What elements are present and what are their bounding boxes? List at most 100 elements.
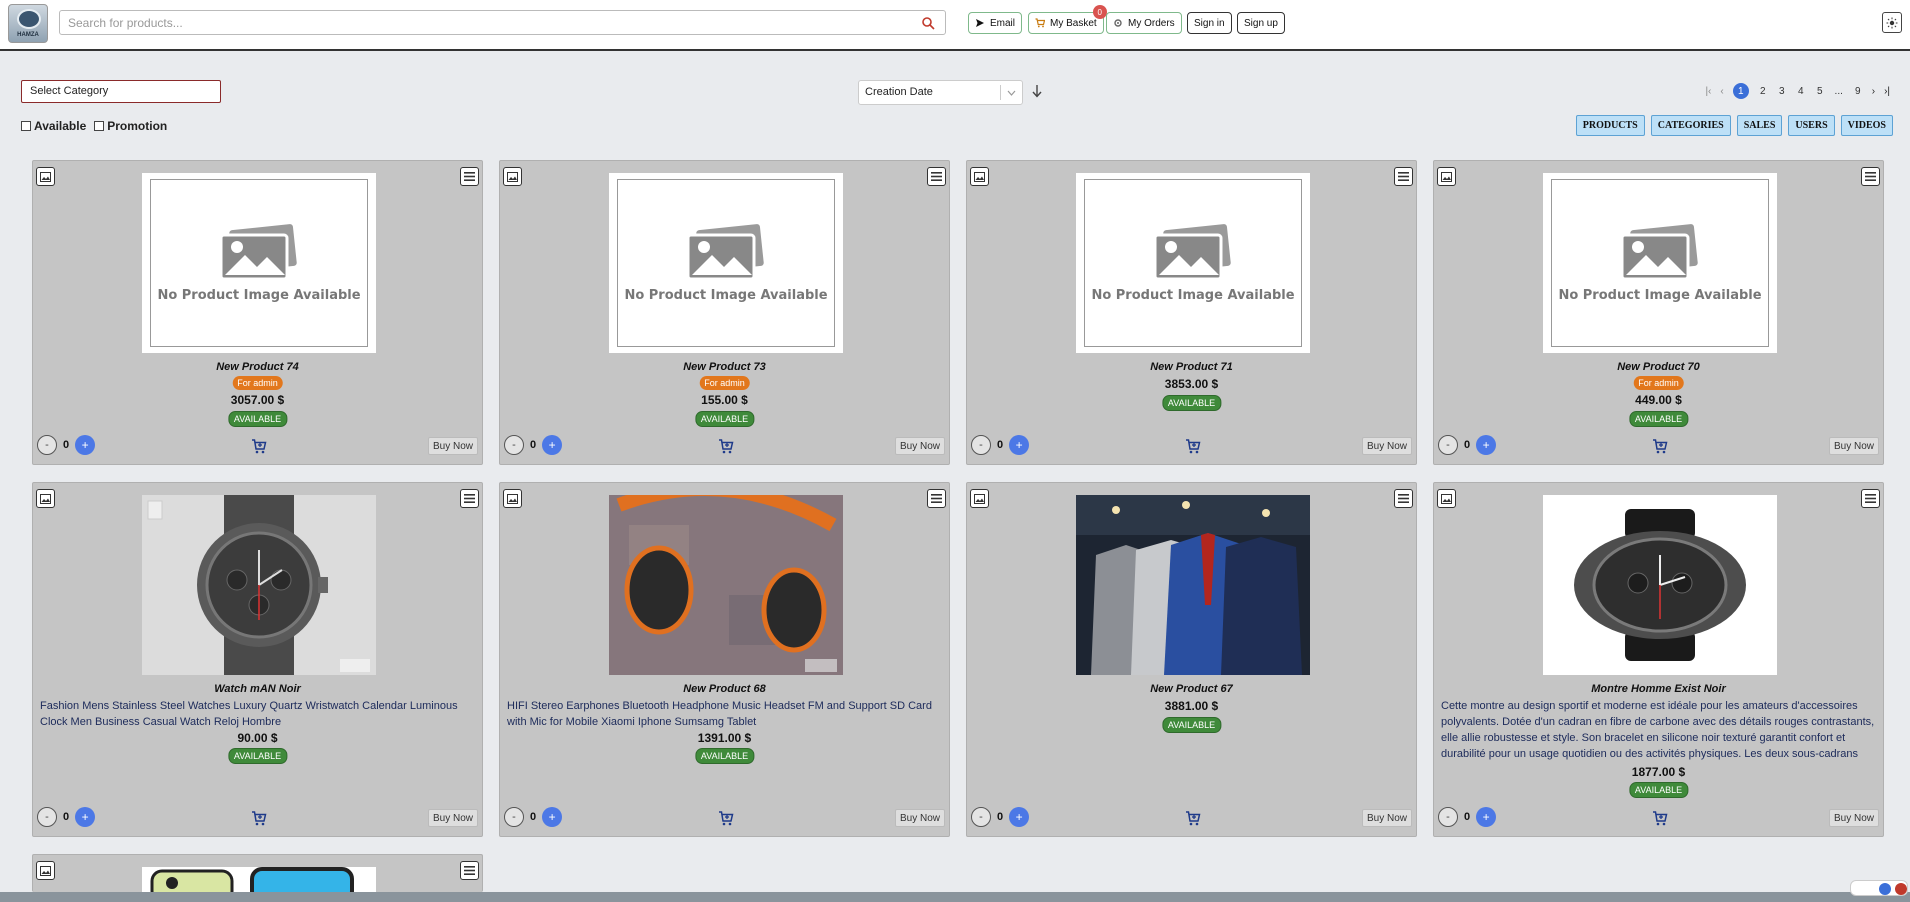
page-4[interactable]: 4 bbox=[1796, 86, 1806, 97]
available-checkbox[interactable] bbox=[21, 121, 31, 131]
page-5[interactable]: 5 bbox=[1815, 86, 1825, 97]
tab-sales[interactable]: SALES bbox=[1736, 115, 1783, 136]
buy-now-button[interactable]: Buy Now bbox=[1828, 437, 1879, 455]
chevron-down-icon[interactable] bbox=[1000, 85, 1022, 100]
product-image-placeholder[interactable]: No Product Image Available bbox=[609, 173, 843, 353]
product-card[interactable]: No Product Image Available New Product 7… bbox=[32, 160, 483, 465]
email-button[interactable]: Email bbox=[968, 12, 1023, 34]
decrease-button[interactable]: - bbox=[971, 807, 991, 827]
increase-button[interactable]: + bbox=[1476, 807, 1497, 827]
increase-button[interactable]: + bbox=[1009, 435, 1030, 455]
product-title[interactable]: New Product 68 bbox=[500, 683, 949, 695]
product-image[interactable] bbox=[142, 495, 376, 675]
product-image[interactable] bbox=[1076, 495, 1310, 675]
site-logo[interactable]: HAMZA bbox=[8, 4, 48, 43]
increase-button[interactable]: + bbox=[75, 435, 96, 455]
product-image[interactable] bbox=[1543, 495, 1777, 675]
product-title[interactable]: New Product 70 bbox=[1434, 361, 1883, 373]
image-icon[interactable] bbox=[1437, 489, 1456, 508]
buy-now-button[interactable]: Buy Now bbox=[1361, 437, 1412, 455]
image-icon[interactable] bbox=[970, 167, 989, 186]
hamburger-menu-icon[interactable] bbox=[1861, 489, 1880, 508]
image-icon[interactable] bbox=[36, 489, 55, 508]
product-image[interactable] bbox=[609, 495, 843, 675]
decrease-button[interactable]: - bbox=[1438, 435, 1458, 455]
image-icon[interactable] bbox=[970, 489, 989, 508]
buy-now-button[interactable]: Buy Now bbox=[894, 437, 945, 455]
product-card[interactable]: No Product Image Available New Product 7… bbox=[1433, 160, 1884, 465]
hamburger-menu-icon[interactable] bbox=[927, 167, 946, 186]
buy-now-button[interactable]: Buy Now bbox=[427, 809, 478, 827]
product-card[interactable]: Watch mAN Noir Fashion Mens Stainless St… bbox=[32, 482, 483, 837]
product-title[interactable]: Montre Homme Exist Noir bbox=[1434, 683, 1883, 695]
product-card[interactable]: No Product Image Available New Product 7… bbox=[499, 160, 950, 465]
buy-now-button[interactable]: Buy Now bbox=[1361, 809, 1412, 827]
hamburger-menu-icon[interactable] bbox=[1861, 167, 1880, 186]
increase-button[interactable]: + bbox=[1009, 807, 1030, 827]
page-3[interactable]: 3 bbox=[1777, 86, 1787, 97]
decrease-button[interactable]: - bbox=[504, 435, 524, 455]
image-icon[interactable] bbox=[36, 167, 55, 186]
sign-in-button[interactable]: Sign in bbox=[1187, 12, 1232, 34]
product-image[interactable] bbox=[142, 867, 376, 893]
increase-button[interactable]: + bbox=[542, 807, 563, 827]
product-title[interactable]: New Product 74 bbox=[33, 361, 482, 373]
basket-button[interactable]: My Basket 0 bbox=[1028, 5, 1107, 34]
hamburger-menu-icon[interactable] bbox=[460, 489, 479, 508]
product-card[interactable]: No Product Image Available New Product 7… bbox=[966, 160, 1417, 465]
page-1[interactable]: 1 bbox=[1732, 83, 1749, 99]
decrease-button[interactable]: - bbox=[1438, 807, 1458, 827]
product-card[interactable] bbox=[32, 854, 483, 893]
decrease-button[interactable]: - bbox=[504, 807, 524, 827]
product-title[interactable]: New Product 67 bbox=[967, 683, 1416, 695]
increase-button[interactable]: + bbox=[75, 807, 96, 827]
product-image-placeholder[interactable]: No Product Image Available bbox=[142, 173, 376, 353]
theme-toggle-button[interactable] bbox=[1882, 12, 1902, 33]
product-title[interactable]: New Product 73 bbox=[500, 361, 949, 373]
decrease-button[interactable]: - bbox=[971, 435, 991, 455]
product-title[interactable]: Watch mAN Noir bbox=[33, 683, 482, 695]
increase-button[interactable]: + bbox=[542, 435, 563, 455]
buy-now-button[interactable]: Buy Now bbox=[1828, 809, 1879, 827]
add-to-cart-icon[interactable] bbox=[718, 810, 734, 826]
product-title[interactable]: New Product 71 bbox=[967, 361, 1416, 373]
decrease-button[interactable]: - bbox=[37, 807, 57, 827]
product-image-placeholder[interactable]: No Product Image Available bbox=[1543, 173, 1777, 353]
increase-button[interactable]: + bbox=[1476, 435, 1497, 455]
add-to-cart-icon[interactable] bbox=[718, 438, 734, 454]
decrease-button[interactable]: - bbox=[37, 435, 57, 455]
buy-now-button[interactable]: Buy Now bbox=[894, 809, 945, 827]
search-icon[interactable] bbox=[921, 16, 935, 30]
add-to-cart-icon[interactable] bbox=[1652, 810, 1668, 826]
hamburger-menu-icon[interactable] bbox=[460, 861, 479, 880]
image-icon[interactable] bbox=[503, 167, 522, 186]
image-icon[interactable] bbox=[1437, 167, 1456, 186]
search-input[interactable] bbox=[68, 14, 908, 32]
page-9[interactable]: 9 bbox=[1853, 86, 1863, 97]
sign-up-button[interactable]: Sign up bbox=[1237, 12, 1285, 34]
product-image-placeholder[interactable]: No Product Image Available bbox=[1076, 173, 1310, 353]
add-to-cart-icon[interactable] bbox=[251, 810, 267, 826]
promotion-filter[interactable]: Promotion bbox=[94, 119, 167, 133]
bottom-scrollbar[interactable] bbox=[0, 892, 1910, 902]
image-icon[interactable] bbox=[36, 861, 55, 880]
add-to-cart-icon[interactable] bbox=[1652, 438, 1668, 454]
buy-now-button[interactable]: Buy Now bbox=[427, 437, 478, 455]
hamburger-menu-icon[interactable] bbox=[460, 167, 479, 186]
hamburger-menu-icon[interactable] bbox=[927, 489, 946, 508]
tab-users[interactable]: USERS bbox=[1788, 115, 1835, 136]
hamburger-menu-icon[interactable] bbox=[1394, 167, 1413, 186]
tab-categories[interactable]: CATEGORIES bbox=[1650, 115, 1731, 136]
category-select[interactable]: Select Category bbox=[21, 80, 221, 103]
product-card[interactable]: New Product 68 HIFI Stereo Earphones Blu… bbox=[499, 482, 950, 837]
image-icon[interactable] bbox=[503, 489, 522, 508]
first-page-icon[interactable]: |‹ bbox=[1705, 86, 1711, 97]
tab-products[interactable]: PRODUCTS bbox=[1575, 115, 1645, 136]
tab-videos[interactable]: VIDEOS bbox=[1840, 115, 1893, 136]
add-to-cart-icon[interactable] bbox=[1185, 438, 1201, 454]
hamburger-menu-icon[interactable] bbox=[1394, 489, 1413, 508]
product-card[interactable]: New Product 67 3881.00 $ AVAILABLE - 0 +… bbox=[966, 482, 1417, 837]
available-filter[interactable]: Available bbox=[21, 119, 86, 133]
product-card[interactable]: Montre Homme Exist Noir Cette montre au … bbox=[1433, 482, 1884, 837]
last-page-icon[interactable]: ›| bbox=[1884, 86, 1890, 97]
